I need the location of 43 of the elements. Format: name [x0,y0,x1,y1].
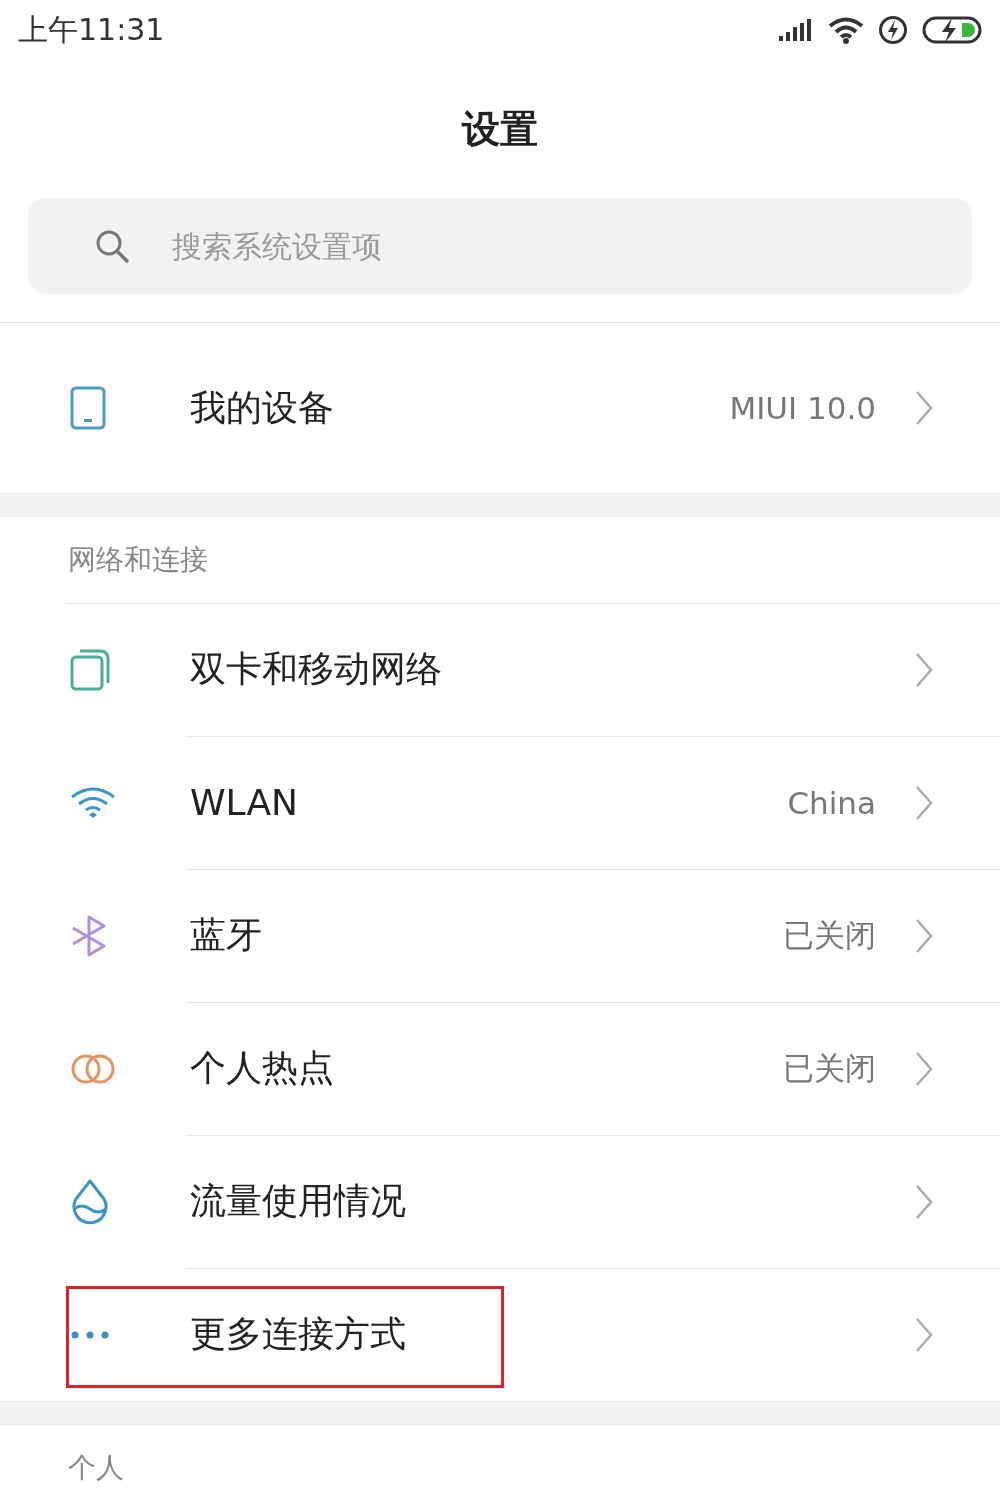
row-value: China [787,784,876,821]
settings-row[interactable]: 蓝牙 已关闭 [0,869,1000,1002]
settings-row[interactable]: 流量使用情况 [0,1135,1000,1268]
section-header: 个人 [67,1450,125,1486]
chevron-icon [914,1316,934,1353]
wifi-icon [828,16,864,44]
row-value: 已关闭 [783,1048,876,1088]
row-value: 已关闭 [783,915,876,955]
charging-icon [878,15,908,45]
chevron-icon [914,651,934,688]
settings-row[interactable]: 我的设备 MIUI 10.0 [0,323,1000,493]
search-input[interactable]: 搜索系统设置项 [170,227,874,265]
sim-cards-icon [70,648,110,691]
row-label: 我的设备 [190,385,335,430]
row-label: 双卡和移动网络 [190,647,443,691]
row-value: MIUI 10.0 [729,390,876,426]
chevron-icon [914,390,934,426]
chevron-icon [914,1183,934,1220]
row-label: WLAN [190,782,300,823]
status-time: 上午11:31 [18,10,165,49]
row-label: 蓝牙 [190,913,263,957]
chevron-icon [914,1050,934,1087]
settings-row[interactable]: 双卡和移动网络 [0,603,1000,736]
bluetooth-icon [70,914,108,957]
settings-row[interactable]: 个人热点 已关闭 [0,1002,1000,1135]
signal-icon [778,18,814,42]
search-field[interactable]: 搜索系统设置项 [28,198,972,294]
chevron-icon [914,784,934,821]
water-drop-icon [70,1178,110,1225]
battery-icon [922,15,984,45]
settings-row[interactable]: 更多连接方式 [0,1268,1000,1401]
search-icon [94,228,130,264]
row-label: 个人热点 [190,1046,335,1090]
settings-row[interactable]: WLAN China [0,736,1000,869]
tablet-icon [70,386,106,430]
more-icon [70,1329,110,1340]
wifi-icon [70,786,116,819]
chevron-icon [914,917,934,954]
page-title: 设置 [460,105,539,153]
row-label: 流量使用情况 [190,1179,407,1223]
linked-rings-icon [70,1052,116,1085]
section-header: 网络和连接 [67,542,209,578]
row-label: 更多连接方式 [190,1312,407,1356]
